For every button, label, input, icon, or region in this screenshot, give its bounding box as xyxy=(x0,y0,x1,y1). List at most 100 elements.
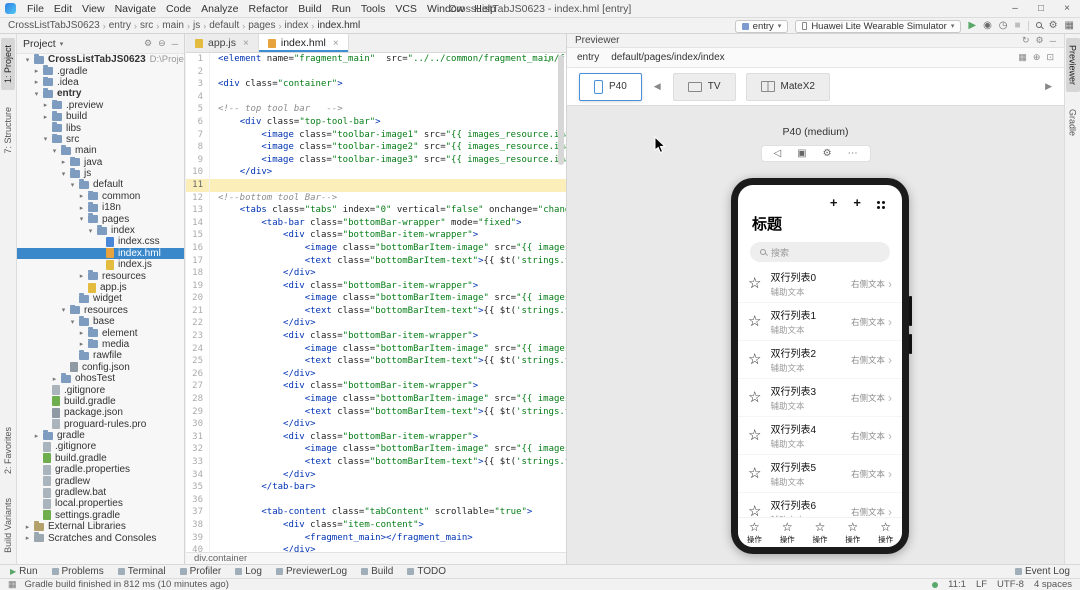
tree-item-gitignore[interactable]: .gitignore xyxy=(17,384,184,395)
hide-panel-icon[interactable]: ─ xyxy=(1050,36,1056,46)
more-icon[interactable]: ⋯ xyxy=(848,148,858,159)
tool-strip-tab-build-variants[interactable]: Build Variants xyxy=(1,491,15,560)
tabbar-item[interactable]: ☆操作 xyxy=(738,518,771,547)
tree-item-src[interactable]: ▾src xyxy=(17,134,184,145)
code-line-33[interactable]: 33 <text class="bottomBarItem-text">{{ $… xyxy=(186,456,566,469)
tree-expand-icon[interactable]: ▸ xyxy=(41,101,50,109)
tool-strip-tab-7-structure[interactable]: 7: Structure xyxy=(1,100,15,161)
code-line-18[interactable]: 18 </div> xyxy=(186,267,566,280)
list-item[interactable]: ☆双行列表5辅助文本右侧文本› xyxy=(738,455,902,493)
tree-collapse-icon[interactable]: ▾ xyxy=(59,306,68,314)
tabbar-item[interactable]: ☆操作 xyxy=(771,518,804,547)
scroll-left-icon[interactable]: ◀ xyxy=(654,81,661,92)
tree-item-gradlew[interactable]: gradlew xyxy=(17,475,184,486)
tree-item-settings-gradle[interactable]: settings.gradle xyxy=(17,510,184,521)
code-line-9[interactable]: 9 <image class="toolbar-image3" src="{{ … xyxy=(186,154,566,167)
minimize-button[interactable]: – xyxy=(1002,0,1028,18)
tree-item-resources[interactable]: ▾resources xyxy=(17,305,184,316)
tree-item-media[interactable]: ▸media xyxy=(17,339,184,350)
tree-collapse-icon[interactable]: ▾ xyxy=(23,56,32,64)
menu-build[interactable]: Build xyxy=(293,0,326,18)
tree-item-default[interactable]: ▾default xyxy=(17,179,184,190)
code-line-1[interactable]: 1<element name="fragment_main" src="../.… xyxy=(186,53,566,66)
menu-code[interactable]: Code xyxy=(161,0,196,18)
project-panel-title[interactable]: Project xyxy=(23,38,56,50)
tree-expand-icon[interactable]: ▸ xyxy=(77,329,86,337)
tree-expand-icon[interactable]: ▸ xyxy=(77,192,86,200)
tree-item-preview[interactable]: ▸.preview xyxy=(17,100,184,111)
code-line-25[interactable]: 25 <text class="bottomBarItem-text">{{ $… xyxy=(186,355,566,368)
code-line-29[interactable]: 29 <text class="bottomBarItem-text">{{ $… xyxy=(186,406,566,419)
tool-window-button-profiler[interactable]: Profiler xyxy=(180,566,222,577)
tree-item-common[interactable]: ▸common xyxy=(17,191,184,202)
tree-expand-icon[interactable]: ▸ xyxy=(59,158,68,166)
line-separator[interactable]: LF xyxy=(976,579,987,590)
code-line-22[interactable]: 22 </div> xyxy=(186,317,566,330)
more-grid-icon[interactable] xyxy=(877,201,880,204)
menu-run[interactable]: Run xyxy=(327,0,356,18)
menu-view[interactable]: View xyxy=(77,0,110,18)
breadcrumb-item-index-hml[interactable]: index.hml xyxy=(317,20,360,31)
run-config-select[interactable]: entry ▾ xyxy=(735,20,789,33)
tree-item-crosslisttabjs0623[interactable]: ▾CrossListTabJS0623D:\Projects\Temp\Cr xyxy=(17,54,184,65)
tree-item-build-gradle[interactable]: build.gradle xyxy=(17,453,184,464)
tree-item-app-js[interactable]: app.js xyxy=(17,282,184,293)
code-line-19[interactable]: 19 <div class="bottomBar-item-wrapper"> xyxy=(186,280,566,293)
tree-item-pages[interactable]: ▾pages xyxy=(17,213,184,224)
refresh-icon[interactable]: ↻ xyxy=(1022,35,1030,46)
gear-icon[interactable]: ⚙ xyxy=(1036,35,1044,46)
menu-vcs[interactable]: VCS xyxy=(390,0,422,18)
list-item[interactable]: ☆双行列表4辅助文本右侧文本› xyxy=(738,417,902,455)
code-line-35[interactable]: 35 </tab-bar> xyxy=(186,481,566,494)
code-line-14[interactable]: 14 <tab-bar class="bottomBar-wrapper" mo… xyxy=(186,217,566,230)
code-line-3[interactable]: 3<div class="container"> xyxy=(186,78,566,91)
breadcrumb-item-pages[interactable]: pages xyxy=(248,20,275,31)
tree-expand-icon[interactable]: ▸ xyxy=(23,523,32,531)
code-line-37[interactable]: 37 <tab-content class="tabContent" scrol… xyxy=(186,506,566,519)
code-line-16[interactable]: 16 <image class="bottomBarItem-image" sr… xyxy=(186,242,566,255)
tree-item-gitignore[interactable]: .gitignore xyxy=(17,441,184,452)
menu-tools[interactable]: Tools xyxy=(356,0,391,18)
tree-item-index[interactable]: ▾index xyxy=(17,225,184,236)
code-line-28[interactable]: 28 <image class="bottomBarItem-image" sr… xyxy=(186,393,566,406)
tree-item-widget[interactable]: widget xyxy=(17,293,184,304)
code-line-26[interactable]: 26 </div> xyxy=(186,368,566,381)
code-line-6[interactable]: 6 <div class="top-tool-bar"> xyxy=(186,116,566,129)
tree-item-i18n[interactable]: ▸i18n xyxy=(17,202,184,213)
list-item[interactable]: ☆双行列表2辅助文本右侧文本› xyxy=(738,341,902,379)
menu-navigate[interactable]: Navigate xyxy=(110,0,161,18)
tree-item-base[interactable]: ▾base xyxy=(17,316,184,327)
tree-item-proguard-rules-pro[interactable]: proguard-rules.pro xyxy=(17,419,184,430)
breadcrumb-item-default[interactable]: default xyxy=(209,20,239,31)
rotate-device-icon[interactable]: ◁ xyxy=(773,148,781,159)
code-line-17[interactable]: 17 <text class="bottomBarItem-text">{{ $… xyxy=(186,255,566,268)
tabbar-item[interactable]: ☆操作 xyxy=(836,518,869,547)
tool-window-button-terminal[interactable]: Terminal xyxy=(118,566,166,577)
add-icon[interactable]: + xyxy=(830,196,838,209)
run-button[interactable]: ▶ xyxy=(968,19,976,33)
fit-screen-icon[interactable]: ⊡ xyxy=(1046,52,1054,63)
tree-item-gradle[interactable]: ▸gradle xyxy=(17,430,184,441)
indent-style[interactable]: 4 spaces xyxy=(1034,579,1072,590)
code-line-7[interactable]: 7 <image class="toolbar-image1" src="{{ … xyxy=(186,129,566,142)
tool-window-button-event-log[interactable]: Event Log xyxy=(1015,566,1070,577)
breadcrumb-item-src[interactable]: src xyxy=(140,20,153,31)
code-line-11[interactable]: 11 xyxy=(186,179,566,192)
tree-item-ohostest[interactable]: ▸ohosTest xyxy=(17,373,184,384)
tree-item-scratches-and-consoles[interactable]: ▸Scratches and Consoles xyxy=(17,532,184,543)
menu-analyze[interactable]: Analyze xyxy=(196,0,243,18)
code-line-39[interactable]: 39 <fragment_main></fragment_main> xyxy=(186,532,566,545)
tree-collapse-icon[interactable]: ▾ xyxy=(32,90,41,98)
close-tab-icon[interactable]: × xyxy=(243,38,249,49)
code-line-30[interactable]: 30 </div> xyxy=(186,418,566,431)
editor-tab-app-js[interactable]: app.js× xyxy=(186,34,259,52)
code-line-31[interactable]: 31 <div class="bottomBar-item-wrapper"> xyxy=(186,431,566,444)
tool-window-button-build[interactable]: Build xyxy=(361,566,393,577)
code-line-32[interactable]: 32 <image class="bottomBarItem-image" sr… xyxy=(186,443,566,456)
tree-item-element[interactable]: ▸element xyxy=(17,327,184,338)
menu-file[interactable]: File xyxy=(22,0,49,18)
tree-item-index-hml[interactable]: index.hml xyxy=(17,248,184,259)
tree-collapse-icon[interactable]: ▾ xyxy=(68,318,77,326)
close-button[interactable]: × xyxy=(1054,0,1080,18)
settings-icon[interactable]: ⚙ xyxy=(1049,19,1058,33)
